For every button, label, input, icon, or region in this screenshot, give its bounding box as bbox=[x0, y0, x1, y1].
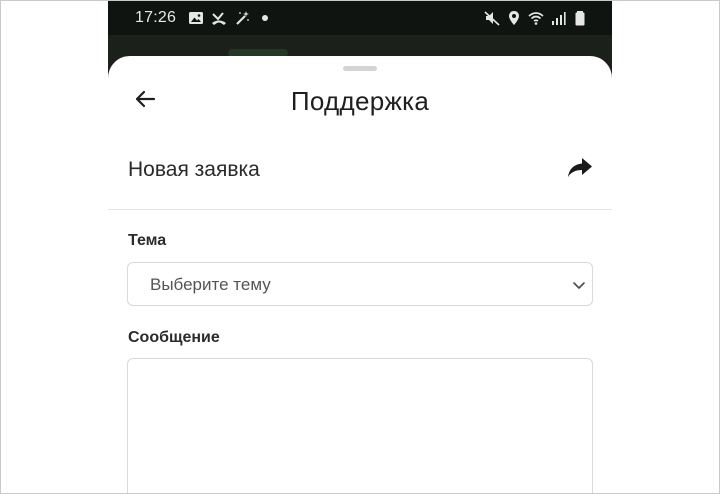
topic-select[interactable]: Выберите тему bbox=[127, 262, 593, 306]
status-bar: 17:26 bbox=[108, 1, 612, 35]
dot-icon bbox=[262, 15, 268, 21]
message-textarea[interactable] bbox=[127, 358, 593, 493]
battery-icon bbox=[575, 11, 585, 26]
status-right-icons bbox=[484, 9, 588, 27]
status-left-icons bbox=[188, 9, 273, 27]
message-label: Сообщение bbox=[128, 329, 220, 346]
topic-select-value: Выберите тему bbox=[150, 275, 271, 294]
magic-wand-icon bbox=[236, 11, 249, 25]
share-icon bbox=[568, 158, 592, 177]
topic-label: Тема bbox=[128, 232, 167, 249]
drag-handle[interactable] bbox=[343, 66, 377, 71]
wifi-icon bbox=[528, 12, 544, 25]
page-title: Поддержка bbox=[290, 86, 430, 116]
phone-screen: 17:26 Поддержка Новая заявка Тема Выбери… bbox=[108, 1, 612, 493]
new-request-row: Новая заявка bbox=[108, 142, 612, 210]
status-time: 17:26 bbox=[135, 9, 177, 26]
signal-icon bbox=[552, 12, 566, 25]
location-icon bbox=[509, 11, 519, 25]
bottom-sheet: Поддержка Новая заявка Тема Выберите тем… bbox=[108, 56, 612, 493]
section-title: Новая заявка bbox=[128, 158, 260, 181]
missed-call-icon bbox=[212, 12, 226, 25]
chevron-down-icon bbox=[573, 282, 585, 289]
image-icon bbox=[189, 12, 203, 24]
share-button[interactable] bbox=[566, 154, 594, 182]
mute-icon bbox=[484, 11, 500, 26]
